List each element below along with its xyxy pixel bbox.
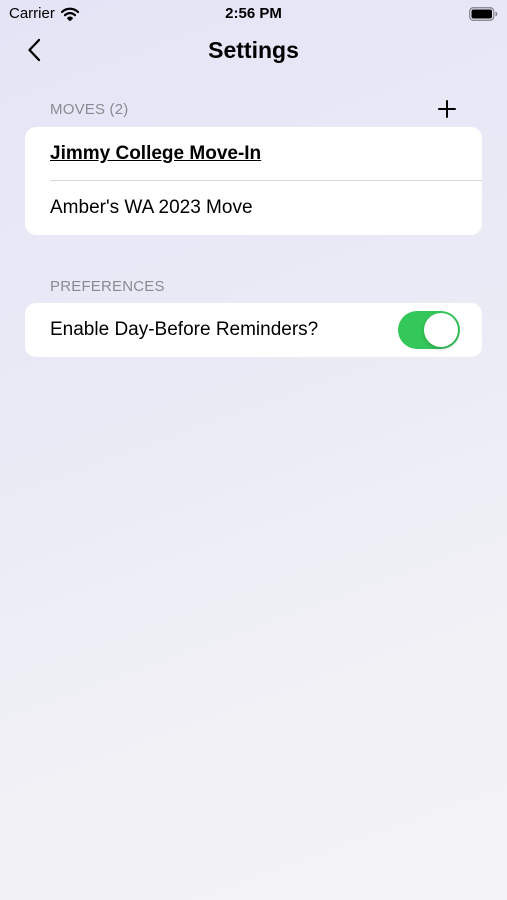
preferences-list: Enable Day-Before Reminders?	[25, 303, 482, 357]
move-item-label: Jimmy College Move-In	[50, 143, 262, 164]
page-title: Settings	[208, 37, 299, 63]
move-item-ambers-wa-2023-move[interactable]: Amber's WA 2023 Move	[25, 181, 482, 235]
plus-icon	[438, 99, 456, 123]
move-item-label: Amber's WA 2023 Move	[50, 197, 253, 218]
day-before-reminders-toggle[interactable]	[398, 311, 460, 349]
navigation-bar: Settings	[0, 30, 507, 74]
preferences-section-header: PREFERENCES	[50, 278, 165, 295]
moves-list: Jimmy College Move-In Amber's WA 2023 Mo…	[25, 127, 482, 235]
moves-section-header: MOVES (2)	[50, 101, 129, 118]
day-before-reminders-row: Enable Day-Before Reminders?	[25, 303, 482, 357]
status-time: 2:56 PM	[225, 5, 282, 22]
day-before-reminders-label: Enable Day-Before Reminders?	[50, 319, 319, 340]
status-bar: Carrier 2:56 PM	[0, 0, 507, 28]
move-item-jimmy-college-move-in[interactable]: Jimmy College Move-In	[25, 127, 482, 181]
add-move-button[interactable]	[434, 98, 460, 124]
battery-icon	[469, 7, 498, 21]
toggle-knob	[424, 313, 458, 347]
